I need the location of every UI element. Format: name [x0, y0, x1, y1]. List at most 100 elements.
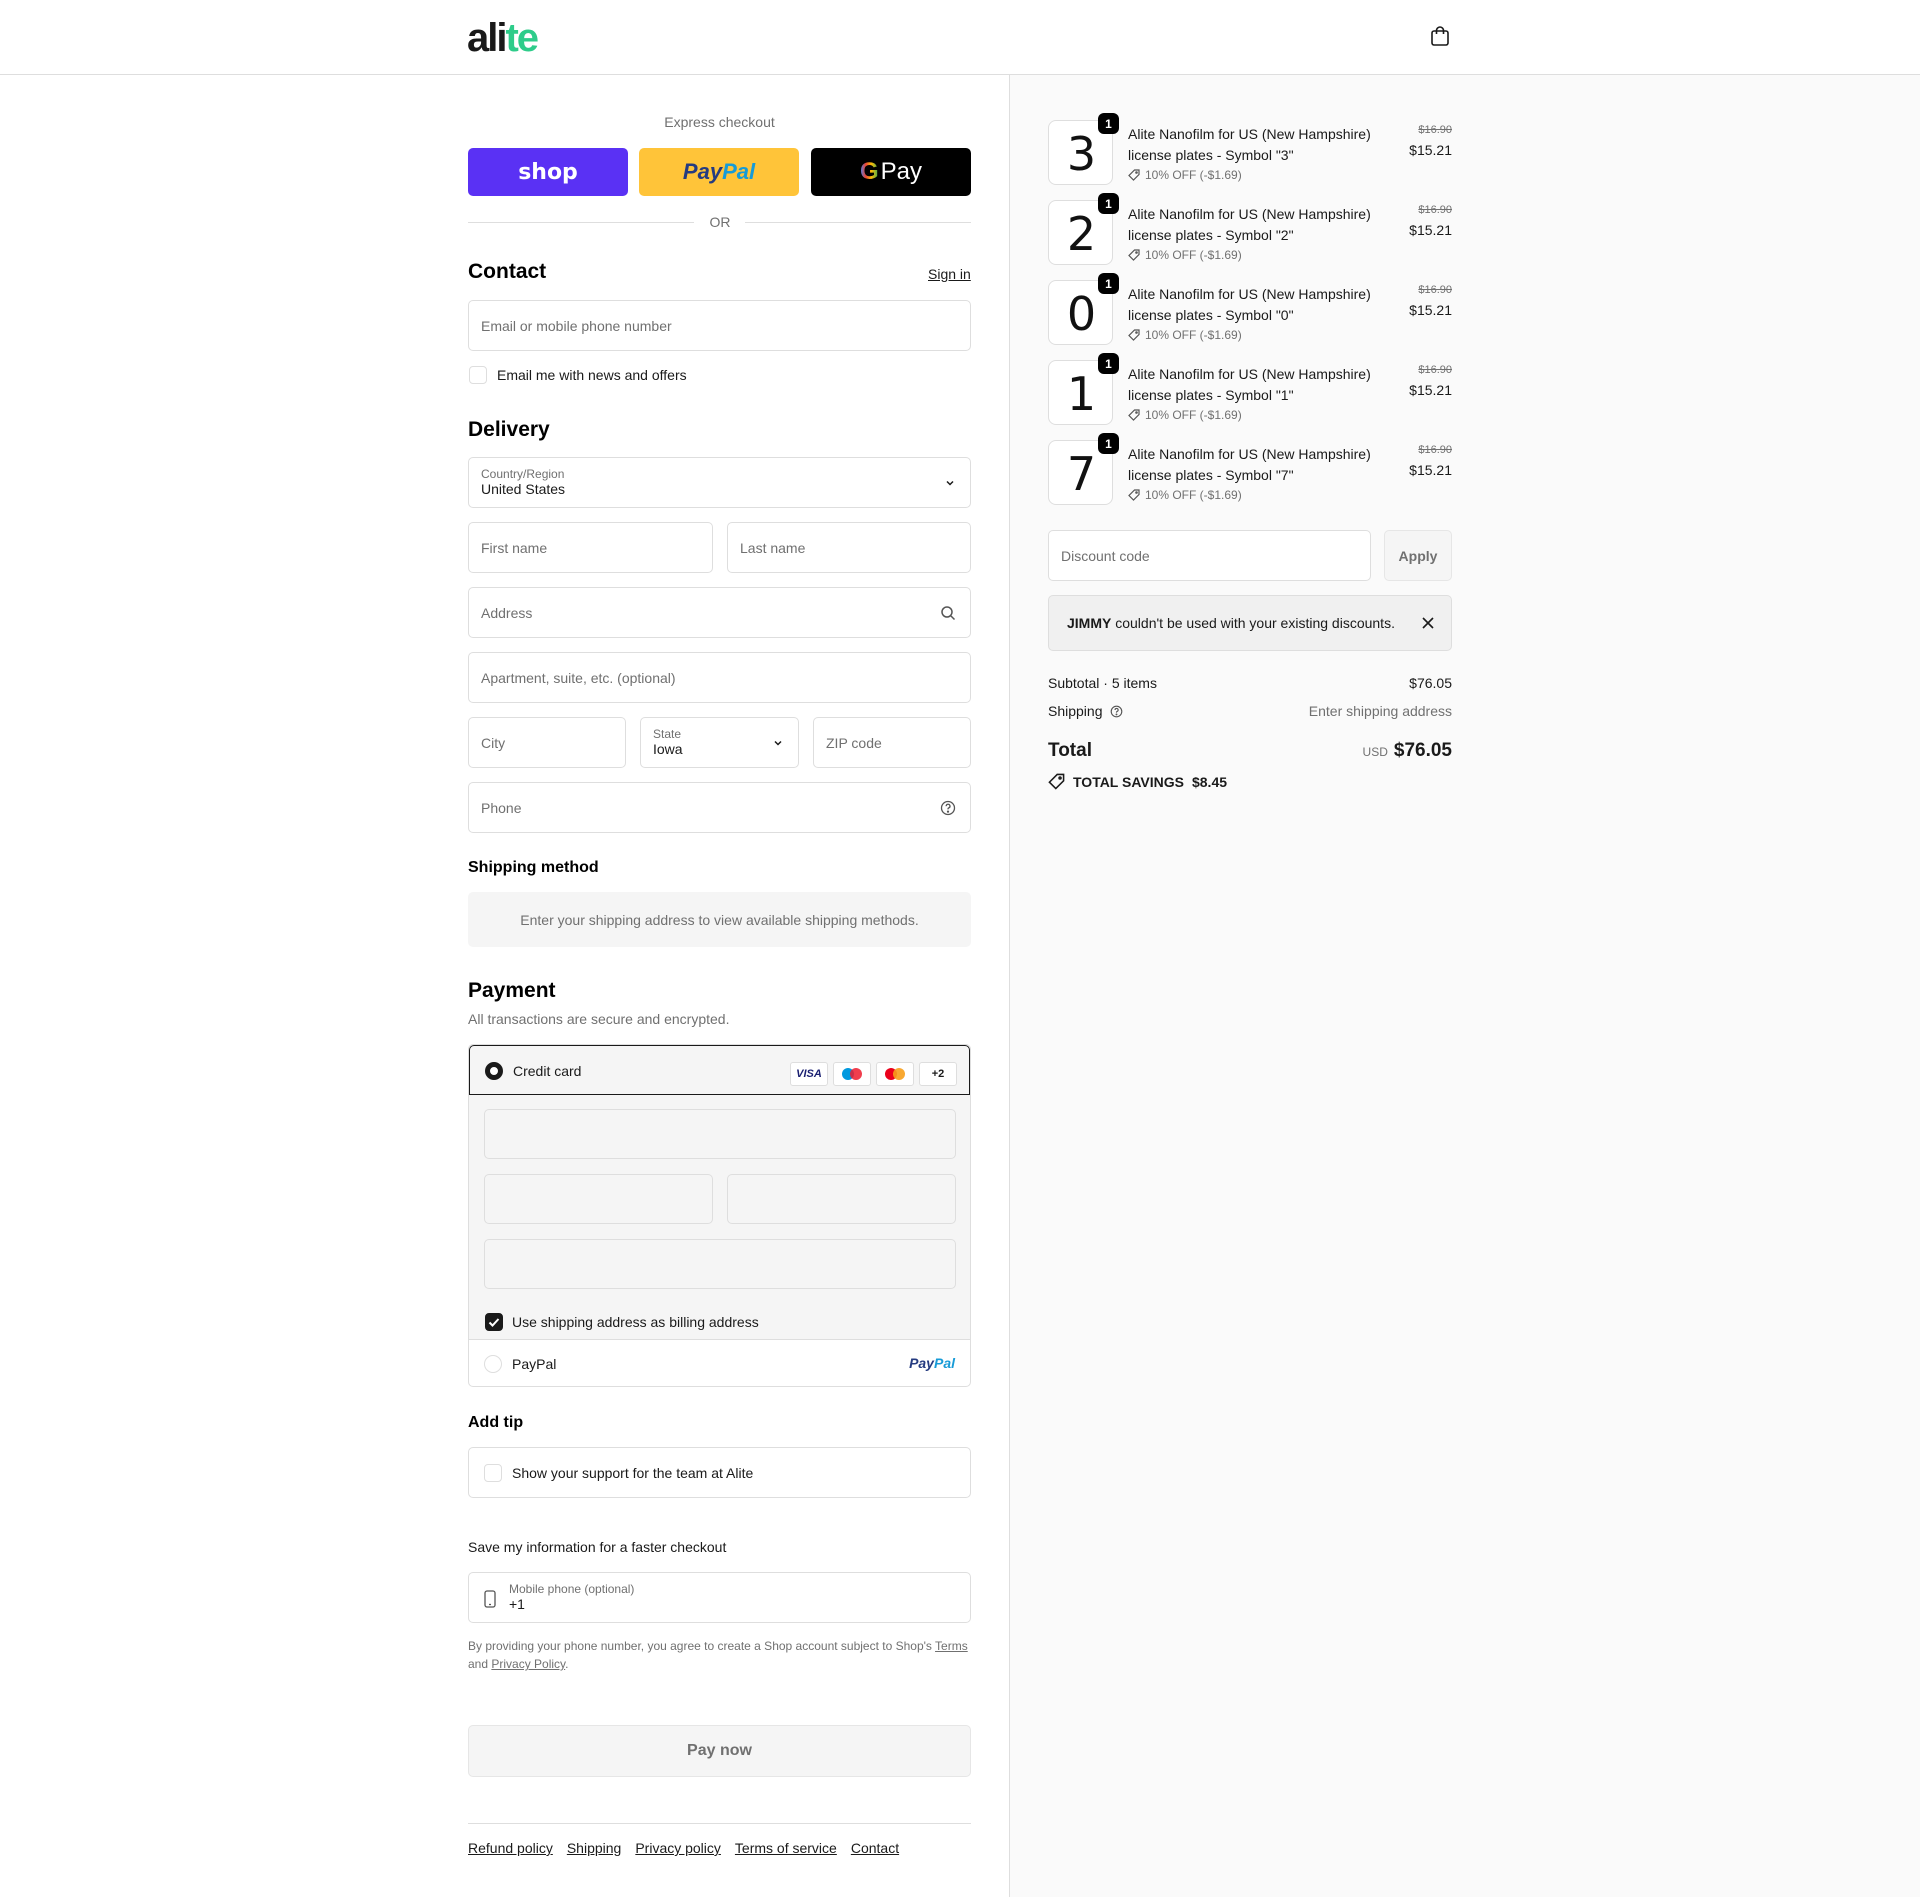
google-pay-button[interactable]: G Pay: [811, 148, 971, 196]
tip-label: Show your support for the team at Alite: [512, 1465, 754, 1481]
country-select[interactable]: Country/Region United States: [468, 457, 971, 508]
phone-field[interactable]: Phone: [468, 782, 971, 833]
card-number-field[interactable]: [484, 1109, 956, 1159]
more-cards-badge: +2: [919, 1062, 957, 1086]
billing-address-checkbox[interactable]: [485, 1313, 503, 1331]
line-item: 31 Alite Nanofilm for US (New Hampshire)…: [1048, 113, 1452, 190]
chevron-down-icon: [774, 740, 782, 746]
shipping-row: Shipping Enter shipping address: [1048, 703, 1452, 719]
product-thumbnail: 11: [1048, 353, 1119, 425]
or-separator: OR: [709, 214, 731, 230]
add-tip-title: Add tip: [468, 1414, 524, 1431]
tag-icon: [1128, 169, 1140, 181]
subtotal-row: Subtotal · 5 items $76.05: [1048, 675, 1452, 691]
shipping-value: Enter shipping address: [1308, 703, 1452, 719]
news-checkbox[interactable]: [469, 366, 487, 384]
credit-card-form: Use shipping address as billing address: [469, 1095, 970, 1340]
terms-of-service-link[interactable]: Terms of service: [735, 1840, 837, 1856]
discount-tag: 10% OFF (-$1.69): [1128, 488, 1242, 502]
discount-code-input[interactable]: Discount code: [1048, 530, 1371, 581]
card-name-field[interactable]: [484, 1239, 956, 1289]
refund-policy-link[interactable]: Refund policy: [468, 1840, 553, 1856]
state-select[interactable]: State Iowa: [640, 717, 799, 768]
privacy-policy-link[interactable]: Privacy Policy: [491, 1657, 565, 1671]
zip-field[interactable]: ZIP code: [813, 717, 971, 768]
tag-icon: [1048, 773, 1065, 790]
product-name: Alite Nanofilm for US (New Hampshire) li…: [1128, 286, 1371, 323]
shopping-bag-icon[interactable]: [1428, 24, 1452, 48]
tag-icon: [1128, 409, 1140, 421]
line-item: 21 Alite Nanofilm for US (New Hampshire)…: [1048, 193, 1452, 270]
chevron-down-icon: [946, 480, 954, 486]
discount-tag: 10% OFF (-$1.69): [1128, 328, 1242, 342]
first-name-field[interactable]: First name: [468, 522, 713, 573]
discounted-price: $15.21: [1409, 142, 1452, 158]
apply-discount-button[interactable]: Apply: [1384, 530, 1452, 581]
last-name-field[interactable]: Last name: [727, 522, 971, 573]
address-field[interactable]: Address: [468, 587, 971, 638]
credit-card-option[interactable]: Credit card VISA +2: [469, 1045, 970, 1095]
maestro-icon: [833, 1062, 871, 1086]
discounted-price: $15.21: [1409, 302, 1452, 318]
original-price: $16.90: [1418, 284, 1452, 296]
shipping-method-placeholder: Enter your shipping address to view avai…: [468, 892, 971, 947]
sign-in-link[interactable]: Sign in: [928, 266, 971, 282]
header: alite: [0, 0, 1920, 75]
discounted-price: $15.21: [1409, 462, 1452, 478]
discounted-price: $15.21: [1409, 222, 1452, 238]
tag-icon: [1128, 329, 1140, 341]
pay-now-button[interactable]: Pay now: [468, 1725, 971, 1777]
paypal-express-button[interactable]: Pay Pal: [639, 148, 799, 196]
quantity-badge: 1: [1098, 353, 1119, 374]
line-item: 11 Alite Nanofilm for US (New Hampshire)…: [1048, 353, 1452, 430]
total-savings-row: TOTAL SAVINGS $8.45: [1048, 773, 1452, 790]
help-icon[interactable]: [940, 800, 956, 816]
paypal-option-label[interactable]: PayPal: [512, 1356, 556, 1372]
paypal-radio[interactable]: [484, 1355, 502, 1373]
total-value: $76.05: [1393, 740, 1452, 761]
city-field[interactable]: City: [468, 717, 626, 768]
contact-link[interactable]: Contact: [851, 1840, 899, 1856]
product-thumbnail: 01: [1048, 273, 1119, 345]
terms-link[interactable]: Terms: [935, 1639, 968, 1653]
contact-title: Contact: [468, 260, 547, 283]
help-icon[interactable]: [1110, 705, 1123, 718]
tip-checkbox[interactable]: [484, 1464, 502, 1482]
tip-option[interactable]: Show your support for the team at Alite: [468, 1447, 971, 1498]
quantity-badge: 1: [1098, 193, 1119, 214]
divider: [745, 222, 971, 223]
card-cvv-field[interactable]: [727, 1174, 956, 1224]
subtotal-value: $76.05: [1409, 675, 1452, 691]
legal-text: By providing your phone number, you agre…: [468, 1639, 968, 1671]
privacy-policy-footer-link[interactable]: Privacy policy: [635, 1840, 721, 1856]
news-checkbox-label: Email me with news and offers: [497, 367, 687, 383]
email-field[interactable]: Email or mobile phone number: [468, 300, 971, 351]
mobile-phone-icon: [484, 1590, 496, 1608]
shop-pay-button[interactable]: shop: [468, 148, 628, 196]
visa-icon: VISA: [790, 1062, 828, 1086]
shipping-method-title: Shipping method: [468, 859, 599, 876]
credit-card-radio[interactable]: [485, 1062, 503, 1080]
paypal-logo: PayPal: [909, 1355, 955, 1371]
delivery-title: Delivery: [468, 418, 550, 441]
tag-icon: [1128, 249, 1140, 261]
apartment-field[interactable]: Apartment, suite, etc. (optional): [468, 652, 971, 703]
divider: [468, 222, 694, 223]
credit-card-label: Credit card: [513, 1063, 582, 1079]
discount-tag: 10% OFF (-$1.69): [1128, 168, 1242, 182]
save-info-title: Save my information for a faster checkou…: [468, 1539, 727, 1555]
search-icon: [941, 605, 956, 620]
alite-logo[interactable]: alite: [467, 18, 539, 58]
mobile-phone-field[interactable]: Mobile phone (optional) +1: [468, 1572, 971, 1623]
product-thumbnail: 71: [1048, 433, 1119, 505]
shipping-link[interactable]: Shipping: [567, 1840, 622, 1856]
payment-subtitle: All transactions are secure and encrypte…: [468, 1011, 730, 1027]
express-checkout-label: Express checkout: [664, 114, 775, 130]
total-row: Total USD $76.05: [1048, 740, 1452, 761]
product-name: Alite Nanofilm for US (New Hampshire) li…: [1128, 446, 1371, 483]
original-price: $16.90: [1418, 204, 1452, 216]
tag-icon: [1128, 489, 1140, 501]
close-icon[interactable]: [1421, 616, 1435, 630]
card-expiry-field[interactable]: [484, 1174, 713, 1224]
line-item: 01 Alite Nanofilm for US (New Hampshire)…: [1048, 273, 1452, 350]
